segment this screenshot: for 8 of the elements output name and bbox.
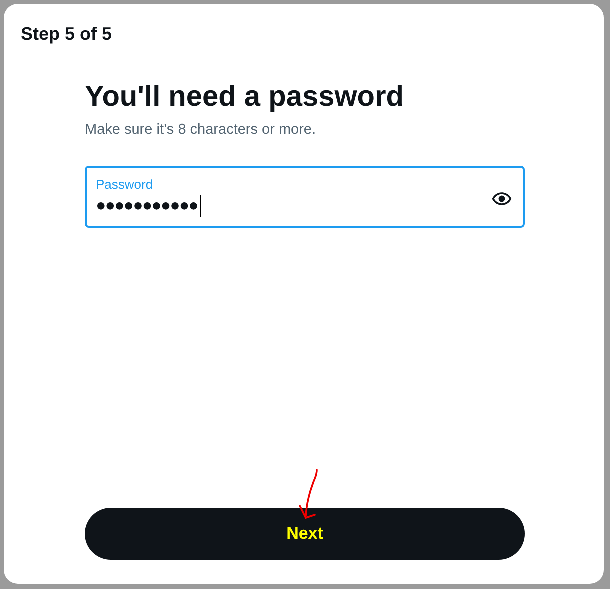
step-indicator: Step 5 of 5 xyxy=(21,24,114,45)
subtitle: Make sure it’s 8 characters or more. xyxy=(85,122,318,138)
password-value: ●●●●●●●●●●● xyxy=(96,196,198,216)
password-field[interactable]: Password ●●●●●●●●●●● xyxy=(85,166,525,228)
text-cursor xyxy=(200,195,201,217)
field-label: Password xyxy=(96,177,154,192)
next-button[interactable]: Next xyxy=(85,508,525,560)
page-title: You'll need a password xyxy=(85,81,405,114)
